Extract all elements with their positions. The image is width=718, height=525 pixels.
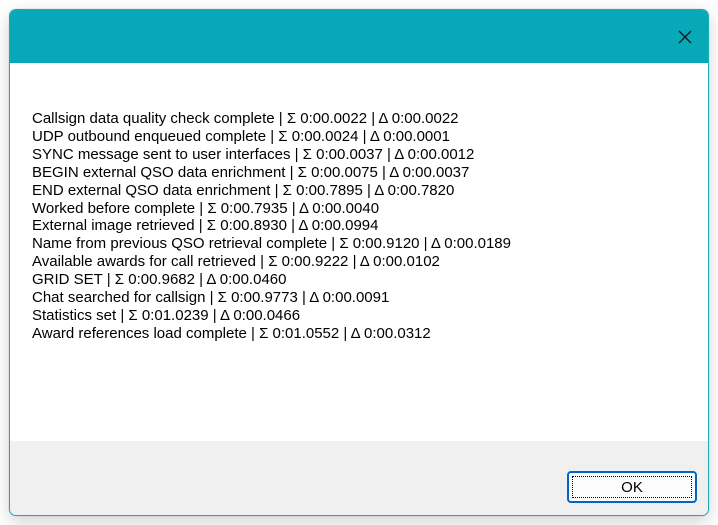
close-icon	[677, 29, 693, 45]
close-button[interactable]	[662, 10, 708, 63]
log-line: BEGIN external QSO data enrichment | Σ 0…	[32, 163, 470, 181]
log-line: SYNC message sent to user interfaces | Σ…	[32, 145, 475, 163]
dialog-content: Callsign data quality check complete | Σ…	[10, 63, 708, 441]
dialog-footer: OK	[10, 441, 708, 515]
ok-button[interactable]: OK	[567, 471, 697, 503]
log-line: Name from previous QSO retrieval complet…	[32, 235, 511, 253]
timing-log: Callsign data quality check complete | Σ…	[32, 110, 511, 343]
log-line: Worked before complete | Σ 0:00.7935 | Δ…	[32, 199, 380, 217]
log-line: Statistics set | Σ 0:01.0239 | Δ 0:00.04…	[32, 306, 301, 324]
log-line: Callsign data quality check complete | Σ…	[32, 110, 459, 127]
log-line: Chat searched for callsign | Σ 0:00.9773…	[32, 289, 390, 307]
log-line: External image retrieved | Σ 0:00.8930 |…	[32, 217, 379, 235]
log-line: END external QSO data enrichment | Σ 0:0…	[32, 181, 455, 199]
log-line: GRID SET | Σ 0:00.9682 | Δ 0:00.0460	[32, 271, 287, 289]
log-line: Award references load complete | Σ 0:01.…	[32, 324, 431, 342]
ok-button-label: OK	[621, 478, 643, 496]
message-dialog: Callsign data quality check complete | Σ…	[9, 9, 709, 516]
log-line: Available awards for call retrieved | Σ …	[32, 253, 440, 271]
log-line: UDP outbound enqueued complete | Σ 0:00.…	[32, 127, 450, 145]
title-bar	[10, 10, 708, 63]
